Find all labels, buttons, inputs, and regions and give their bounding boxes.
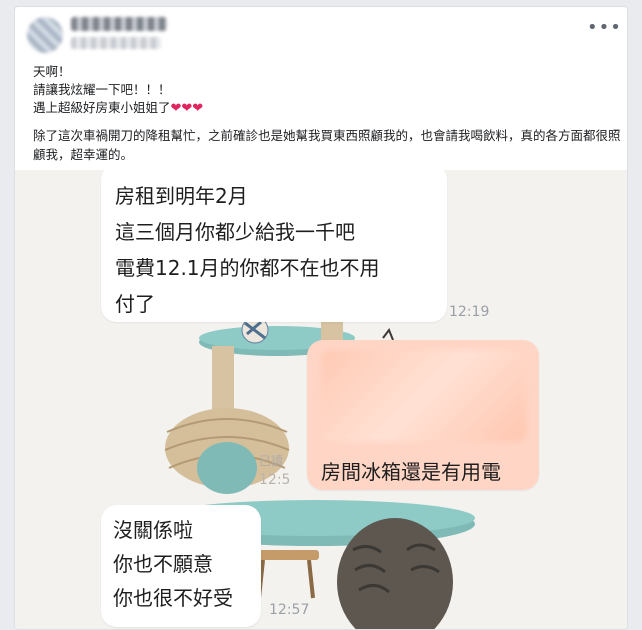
post-paragraph: 除了這次車禍開刀的降租幫忙，之前確診也是她幫我買東西照顧我的，也會請我喝飲料，真… <box>33 128 621 162</box>
message-line: 這三個月你都少給我一千吧 <box>115 220 355 244</box>
cat-ear-tip <box>382 327 394 341</box>
message-line: 電費12.1月的你都不在也不用 <box>115 256 380 280</box>
author-name[interactable] <box>71 17 167 31</box>
post-line-3: 遇上超級好房東小姐姐了❤❤❤ <box>33 99 623 118</box>
post-line-3-text: 遇上超級好房東小姐姐了 <box>33 100 171 115</box>
outgoing-message-bubble: 房間冰箱還是有用電 <box>307 340 539 490</box>
message-line: 房租到明年2月 <box>115 184 248 208</box>
post-text: 天啊！ 請讓我炫耀一下吧！！！ 遇上超級好房東小姐姐了❤❤❤ 除了這次車禍開刀的… <box>33 63 623 164</box>
post-card: ••• 天啊！ 請讓我炫耀一下吧！！！ 遇上超級好房東小姐姐了❤❤❤ 除了這次車… <box>14 6 628 630</box>
post-line-1: 天啊！ <box>33 64 71 79</box>
read-receipt: 已讀 <box>259 454 284 468</box>
post-header: ••• <box>15 7 627 57</box>
avatar[interactable] <box>27 17 63 53</box>
heart-icon: ❤❤❤ <box>170 101 204 116</box>
message-line: 你也不願意 <box>113 552 213 576</box>
cat-house-opening <box>197 442 257 494</box>
message-line: 你也很不好受 <box>113 586 233 610</box>
small-table-legs <box>257 559 315 599</box>
chat-screenshot-image[interactable]: 房租到明年2月 這三個月你都少給我一千吧 電費12.1月的你都不在也不用 付了 … <box>15 170 627 629</box>
post-meta <box>71 37 161 49</box>
incoming-message-bubble-1: 房租到明年2月 這三個月你都少給我一千吧 電費12.1月的你都不在也不用 付了 <box>101 170 447 322</box>
blurred-message-content <box>321 350 527 442</box>
message-line: 房間冰箱還是有用電 <box>321 460 501 484</box>
message-time-1: 12:19 <box>449 304 490 320</box>
post-line-2: 請讓我炫耀一下吧！！！ <box>33 82 171 97</box>
message-line: 付了 <box>115 292 155 316</box>
message-line: 沒關係啦 <box>113 518 193 542</box>
incoming-message-bubble-2: 沒關係啦 你也不願意 你也很不好受 <box>101 505 261 627</box>
message-time-3: 12:57 <box>269 602 310 618</box>
small-table-top <box>253 550 319 560</box>
message-time-2: 12:5 <box>259 472 291 488</box>
more-horizontal-icon: ••• <box>587 17 622 38</box>
more-options-button[interactable]: ••• <box>587 19 621 41</box>
